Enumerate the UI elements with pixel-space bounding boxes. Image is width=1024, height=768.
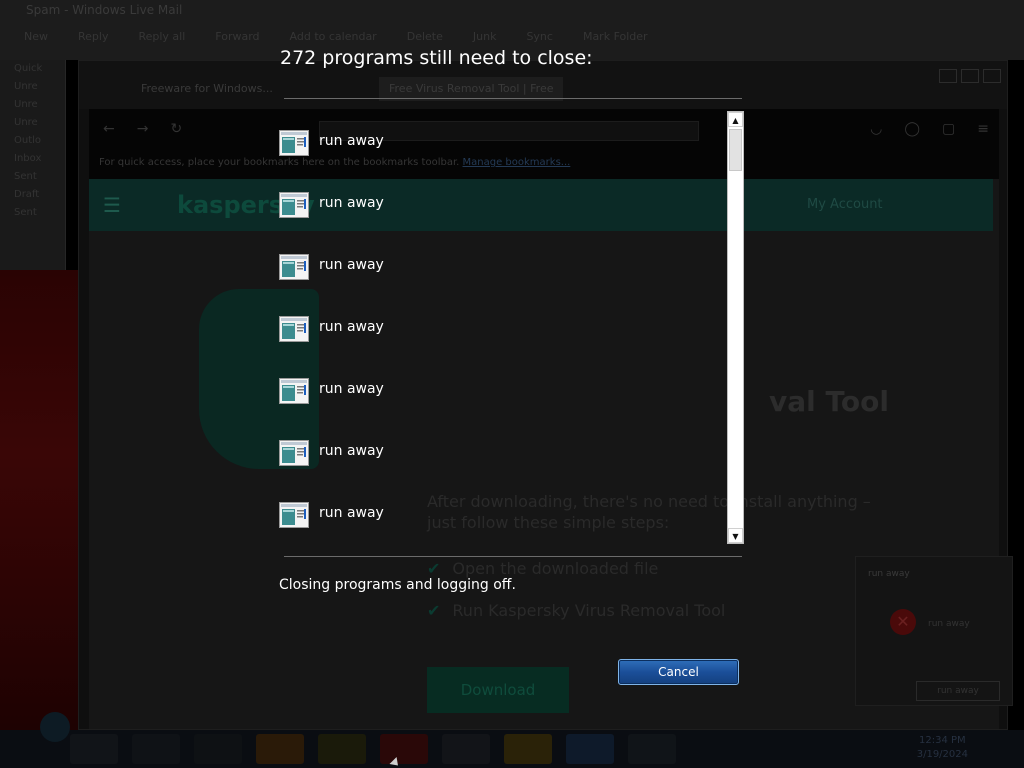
firefox-icon	[256, 734, 304, 764]
program-name: run away	[319, 195, 384, 211]
taskbar-icons	[70, 734, 676, 764]
mail-folder: Unre	[14, 99, 38, 110]
mail-sidebar: Quick Unre Unre Unre Outlo Inbox Sent Dr…	[0, 60, 66, 270]
folder-icon	[504, 734, 552, 764]
ribbon-item: Reply all	[138, 30, 186, 43]
mail-folder: Outlo	[14, 135, 42, 146]
media-icon	[132, 734, 180, 764]
program-list-item[interactable]: run away	[273, 359, 728, 421]
program-name: run away	[319, 381, 384, 397]
mail-folder: Unre	[14, 117, 38, 128]
program-list-item[interactable]: run away	[273, 483, 728, 544]
program-name: run away	[319, 505, 384, 521]
scroll-up-arrow-icon[interactable]: ▲	[728, 112, 743, 127]
mail-window-title: Spam - Windows Live Mail	[26, 3, 183, 17]
program-list-item[interactable]: run away	[273, 235, 728, 297]
ribbon-item: Sync	[526, 30, 553, 43]
clock-date: 3/19/2024	[916, 749, 968, 760]
dialog-title: 272 programs still need to close:	[280, 47, 593, 69]
program-list-item[interactable]: run away	[273, 111, 728, 173]
mail-folder: Unre	[14, 81, 38, 92]
hamburger-icon: ☰	[103, 193, 121, 217]
nav-icons: ← → ↻	[103, 121, 182, 137]
site-step-text: Run Kaspersky Virus Removal Tool	[452, 601, 726, 620]
back-icon: ←	[103, 121, 115, 137]
program-window-icon	[279, 130, 309, 156]
start-orb-icon	[40, 712, 70, 742]
opera-icon	[380, 734, 428, 764]
explorer-icon	[70, 734, 118, 764]
program-window-icon	[279, 254, 309, 280]
error-icon: ✕	[890, 609, 916, 635]
reload-icon: ↻	[170, 121, 183, 137]
notification-button: run away	[916, 681, 1000, 701]
clock-time: 12:34 PM	[919, 735, 966, 746]
mail-folder: Quick	[14, 63, 43, 74]
forward-icon: →	[136, 121, 149, 137]
system-clock: 12:34 PM 3/19/2024	[917, 734, 968, 762]
window-controls	[939, 69, 1001, 83]
toolbar-right-icons: ◡ ◯ ▢ ≡	[870, 121, 989, 137]
ribbon-item: New	[24, 30, 48, 43]
ribbon-item: Junk	[472, 30, 497, 43]
cancel-button[interactable]: Cancel	[618, 659, 739, 685]
program-list-item[interactable]: run away	[273, 173, 728, 235]
divider	[284, 98, 742, 99]
site-step: ✔ Run Kaspersky Virus Removal Tool	[427, 601, 725, 620]
status-text: Closing programs and logging off.	[279, 577, 516, 593]
site-heading: val Tool	[769, 385, 889, 418]
mail-folder: Draft	[14, 189, 40, 200]
divider	[284, 556, 742, 557]
program-name: run away	[319, 319, 384, 335]
program-name: run away	[319, 133, 384, 149]
programs-list[interactable]: run away run away run away run away run away…	[273, 111, 728, 544]
program-name: run away	[319, 257, 384, 273]
notification-title: run away	[868, 569, 910, 579]
extensions-icon: ▢	[942, 121, 956, 137]
virtualbox-icon	[442, 734, 490, 764]
chrome-icon	[318, 734, 366, 764]
mail-ribbon: New Reply Reply all Forward Add to calen…	[24, 30, 648, 43]
ribbon-item: Add to calendar	[289, 30, 377, 43]
mail-folder: Inbox	[14, 153, 42, 164]
program-list-item[interactable]: run away	[273, 421, 728, 483]
site-download-button: Download	[427, 667, 569, 713]
maximize-icon	[961, 69, 979, 83]
my-account-link: My Account	[807, 197, 883, 212]
close-icon	[983, 69, 1001, 83]
mail-folder: Sent	[14, 171, 37, 182]
scroll-down-arrow-icon[interactable]: ▼	[728, 528, 743, 543]
program-window-icon	[279, 502, 309, 528]
window-icon	[628, 734, 676, 764]
mail-icon	[566, 734, 614, 764]
program-window-icon	[279, 378, 309, 404]
mail-folder: Sent	[14, 207, 37, 218]
scrollbar[interactable]: ▲ ▼	[727, 111, 744, 544]
program-window-icon	[279, 440, 309, 466]
notification-message: run away	[928, 619, 970, 629]
account-icon: ◯	[904, 121, 921, 137]
app-icon	[194, 734, 242, 764]
menu-icon: ≡	[977, 121, 989, 137]
browser-tab: Freeware for Windows...	[141, 82, 273, 95]
ribbon-item: Mark Folder	[582, 30, 648, 43]
program-window-icon	[279, 316, 309, 342]
check-icon: ✔	[427, 559, 441, 578]
pocket-icon: ◡	[870, 121, 883, 137]
site-step-text: Open the downloaded file	[452, 559, 659, 578]
ribbon-item: Reply	[78, 30, 109, 43]
minimize-icon	[939, 69, 957, 83]
ribbon-item: Forward	[215, 30, 260, 43]
check-icon: ✔	[427, 601, 441, 620]
wallpaper-strip	[0, 270, 78, 730]
ribbon-item: Delete	[406, 30, 443, 43]
program-list-item[interactable]: run away	[273, 297, 728, 359]
scrollbar-thumb[interactable]	[729, 129, 742, 171]
program-name: run away	[319, 443, 384, 459]
site-step: ✔ Open the downloaded file	[427, 559, 658, 578]
program-window-icon	[279, 192, 309, 218]
notification-popup: run away ✕ run away run away	[855, 556, 1013, 706]
